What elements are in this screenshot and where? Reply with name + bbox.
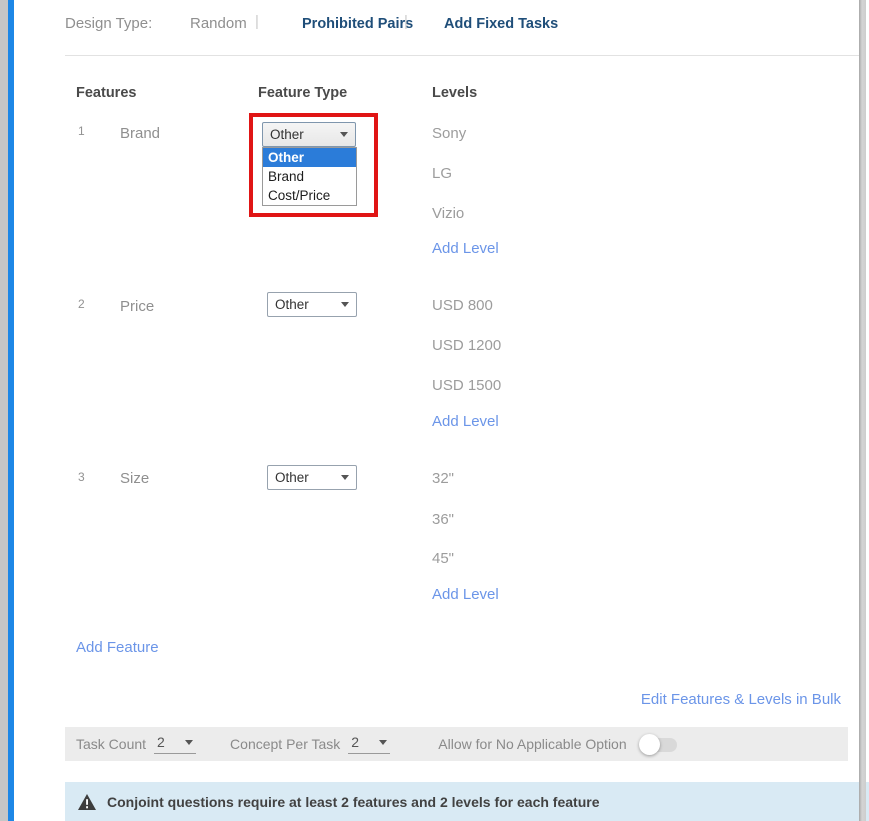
task-count-value: 2	[157, 734, 165, 750]
no-applicable-option-label: Allow for No Applicable Option	[438, 736, 626, 752]
level-item[interactable]: 45"	[432, 550, 454, 567]
column-header-feature-type: Feature Type	[258, 85, 347, 101]
add-level-link[interactable]: Add Level	[432, 240, 499, 257]
select-value: Other	[275, 297, 309, 312]
level-item[interactable]: 32"	[432, 470, 454, 487]
feature-name-brand[interactable]: Brand	[120, 125, 160, 142]
left-gutter	[0, 0, 8, 821]
dropdown-option-brand[interactable]: Brand	[263, 167, 356, 186]
select-value: Other	[270, 127, 304, 142]
feature-row-number: 2	[78, 297, 85, 311]
concept-per-task-value: 2	[351, 734, 359, 750]
level-item[interactable]: USD 800	[432, 297, 493, 314]
dropdown-option-other[interactable]: Other	[263, 148, 356, 167]
warning-banner: Conjoint questions require at least 2 fe…	[65, 782, 860, 821]
feature-type-select-brand[interactable]: Other	[262, 122, 356, 147]
task-settings-bar: Task Count 2 Concept Per Task 2 Allow fo…	[65, 727, 848, 761]
level-item[interactable]: 36"	[432, 511, 454, 528]
feature-row-number: 3	[78, 470, 85, 484]
caret-down-icon	[340, 132, 348, 137]
feature-name-price[interactable]: Price	[120, 298, 154, 315]
level-item[interactable]: LG	[432, 165, 452, 182]
separator: |	[404, 13, 408, 30]
level-item[interactable]: Sony	[432, 125, 466, 142]
design-type-option-prohibited-pairs[interactable]: Prohibited Pairs	[302, 16, 413, 32]
select-value: Other	[275, 470, 309, 485]
scrollbar[interactable]	[859, 0, 866, 821]
feature-type-select-size[interactable]: Other	[267, 465, 357, 490]
feature-type-select-price[interactable]: Other	[267, 292, 357, 317]
warning-text: Conjoint questions require at least 2 fe…	[107, 794, 599, 810]
design-type-label: Design Type:	[65, 15, 152, 32]
level-item[interactable]: USD 1200	[432, 337, 501, 354]
task-count-dropdown[interactable]: 2	[154, 734, 196, 754]
caret-down-icon	[341, 475, 349, 480]
add-feature-link[interactable]: Add Feature	[76, 639, 159, 656]
dropdown-option-cost-price[interactable]: Cost/Price	[263, 186, 356, 205]
column-header-levels: Levels	[432, 85, 477, 101]
caret-down-icon	[185, 740, 193, 745]
feature-name-size[interactable]: Size	[120, 470, 149, 487]
design-type-option-add-fixed-tasks[interactable]: Add Fixed Tasks	[444, 16, 558, 32]
caret-down-icon	[379, 740, 387, 745]
task-count-label: Task Count	[76, 736, 146, 752]
left-accent-bar	[8, 0, 14, 821]
divider	[65, 55, 861, 56]
edit-features-levels-bulk-link[interactable]: Edit Features & Levels in Bulk	[641, 691, 841, 708]
feature-row-number: 1	[78, 124, 85, 138]
caret-down-icon	[341, 302, 349, 307]
add-level-link[interactable]: Add Level	[432, 413, 499, 430]
level-item[interactable]: USD 1500	[432, 377, 501, 394]
conjoint-design-panel: Design Type: Random | Prohibited Pairs |…	[0, 0, 869, 821]
design-type-option-random[interactable]: Random	[190, 15, 247, 32]
add-level-link[interactable]: Add Level	[432, 586, 499, 603]
separator: |	[255, 13, 259, 30]
column-header-features: Features	[76, 85, 136, 101]
level-item[interactable]: Vizio	[432, 205, 464, 222]
concept-per-task-label: Concept Per Task	[230, 736, 340, 752]
no-applicable-option-toggle[interactable]	[641, 734, 677, 755]
toggle-knob	[639, 734, 660, 755]
feature-type-dropdown-list: Other Brand Cost/Price	[262, 147, 357, 206]
warning-triangle-icon	[78, 794, 96, 810]
concept-per-task-dropdown[interactable]: 2	[348, 734, 390, 754]
